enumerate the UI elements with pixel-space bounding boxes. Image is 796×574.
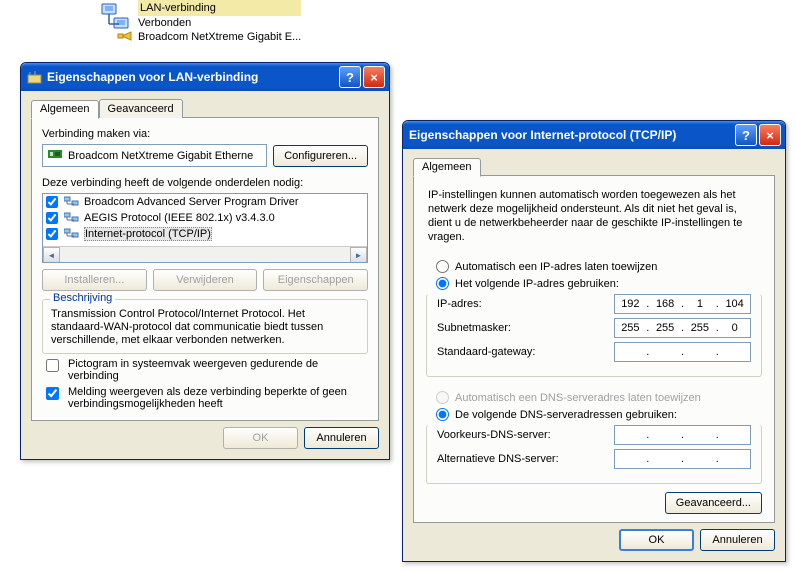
ok-button[interactable]: OK <box>223 427 298 449</box>
network-adapter-icon <box>100 0 132 42</box>
subnet-mask-input[interactable]: 255. 255. 255. 0 <box>614 318 751 338</box>
preferred-dns-input[interactable]: . . . <box>614 425 751 445</box>
remove-button[interactable]: Verwijderen <box>153 269 258 291</box>
manual-dns-radio[interactable] <box>436 408 449 421</box>
description-legend: Beschrijving <box>50 292 115 304</box>
close-button[interactable]: × <box>363 66 385 88</box>
tcpip-dialog-titlebar[interactable]: Eigenschappen voor Internet-protocol (TC… <box>403 121 785 149</box>
components-listbox[interactable]: Broadcom Advanced Server Program Driver … <box>42 193 368 263</box>
manual-ip-label: Het volgende IP-adres gebruiken: <box>455 278 619 290</box>
auto-dns-label: Automatisch een DNS-serveradres laten to… <box>455 392 701 404</box>
notify-limited-checkbox[interactable] <box>46 387 59 400</box>
tcpip-properties-dialog: Eigenschappen voor Internet-protocol (TC… <box>402 120 786 562</box>
lan-icon-status: Verbonden <box>138 16 301 30</box>
tab-general[interactable]: Algemeen <box>31 100 99 119</box>
ip-address-label: IP-adres: <box>437 298 614 310</box>
lan-dialog-titlebar[interactable]: Eigenschappen voor LAN-verbinding ? × <box>21 63 389 91</box>
lan-icon-title: LAN-verbinding <box>138 0 301 16</box>
component-label: Internet-protocol (TCP/IP) <box>84 227 212 241</box>
auto-ip-radio[interactable] <box>436 260 449 273</box>
component-checkbox[interactable] <box>46 228 58 240</box>
help-button[interactable]: ? <box>339 66 361 88</box>
configure-button[interactable]: Configureren... <box>273 145 368 167</box>
tcpip-dialog-title: Eigenschappen voor Internet-protocol (TC… <box>409 128 733 142</box>
components-label: Deze verbinding heeft de volgende onderd… <box>42 177 368 189</box>
component-checkbox[interactable] <box>46 212 58 224</box>
connect-via-label: Verbinding maken via: <box>42 128 368 140</box>
description-group: Beschrijving Transmission Control Protoc… <box>42 299 368 354</box>
scroll-track[interactable] <box>60 247 350 262</box>
notify-limited-label: Melding weergeven als deze verbinding be… <box>68 386 368 410</box>
driver-icon <box>64 195 80 209</box>
lan-properties-dialog: Eigenschappen voor LAN-verbinding ? × Al… <box>20 62 390 460</box>
gateway-label: Standaard-gateway: <box>437 346 614 358</box>
adapter-name: Broadcom NetXtreme Gigabit Etherne <box>68 150 253 162</box>
description-text: Transmission Control Protocol/Internet P… <box>51 308 359 347</box>
lan-dialog-title: Eigenschappen voor LAN-verbinding <box>47 70 337 84</box>
horizontal-scrollbar[interactable]: ◄ ► <box>43 246 367 262</box>
preferred-dns-label: Voorkeurs-DNS-server: <box>437 429 614 441</box>
properties-button[interactable]: Eigenschappen <box>263 269 368 291</box>
list-item[interactable]: Internet-protocol (TCP/IP) <box>43 226 367 242</box>
tray-icon-checkbox[interactable] <box>46 359 59 372</box>
tray-icon-label: Pictogram in systeemvak weergeven gedure… <box>68 358 368 382</box>
cancel-button[interactable]: Annuleren <box>700 529 775 551</box>
adapter-field: Broadcom NetXtreme Gigabit Etherne <box>42 144 267 167</box>
scroll-right-button[interactable]: ► <box>350 247 367 263</box>
alternate-dns-label: Alternatieve DNS-server: <box>437 453 614 465</box>
tab-advanced[interactable]: Geavanceerd <box>99 99 183 118</box>
protocol-icon <box>64 211 80 225</box>
component-checkbox[interactable] <box>46 196 58 208</box>
component-label: AEGIS Protocol (IEEE 802.1x) v3.4.3.0 <box>84 212 275 224</box>
tab-general[interactable]: Algemeen <box>413 158 481 177</box>
adapter-icon <box>48 148 64 163</box>
gateway-input[interactable]: . . . <box>614 342 751 362</box>
auto-ip-label: Automatisch een IP-adres laten toewijzen <box>455 261 657 273</box>
alternate-dns-input[interactable]: . . . <box>614 449 751 469</box>
help-button[interactable]: ? <box>735 124 757 146</box>
list-item[interactable]: Broadcom Advanced Server Program Driver <box>43 194 367 210</box>
advanced-button[interactable]: Geavanceerd... <box>665 492 762 514</box>
component-label: Broadcom Advanced Server Program Driver <box>84 196 299 208</box>
lan-icon-device: Broadcom NetXtreme Gigabit E... <box>138 30 301 44</box>
lan-connection-icon[interactable]: LAN-verbinding Verbonden Broadcom NetXtr… <box>100 0 301 44</box>
ip-address-input[interactable]: 192. 168. 1. 104 <box>614 294 751 314</box>
cancel-button[interactable]: Annuleren <box>304 427 379 449</box>
auto-dns-radio <box>436 391 449 404</box>
protocol-icon <box>64 227 80 241</box>
list-item[interactable]: AEGIS Protocol (IEEE 802.1x) v3.4.3.0 <box>43 210 367 226</box>
ok-button[interactable]: OK <box>619 529 694 551</box>
install-button[interactable]: Installeren... <box>42 269 147 291</box>
scroll-left-button[interactable]: ◄ <box>43 247 60 263</box>
intro-text: IP-instellingen kunnen automatisch worde… <box>428 188 760 244</box>
subnet-mask-label: Subnetmasker: <box>437 322 614 334</box>
manual-dns-label: De volgende DNS-serveradressen gebruiken… <box>455 409 677 421</box>
close-button[interactable]: × <box>759 124 781 146</box>
lan-dialog-icon <box>27 69 43 85</box>
manual-ip-radio[interactable] <box>436 277 449 290</box>
